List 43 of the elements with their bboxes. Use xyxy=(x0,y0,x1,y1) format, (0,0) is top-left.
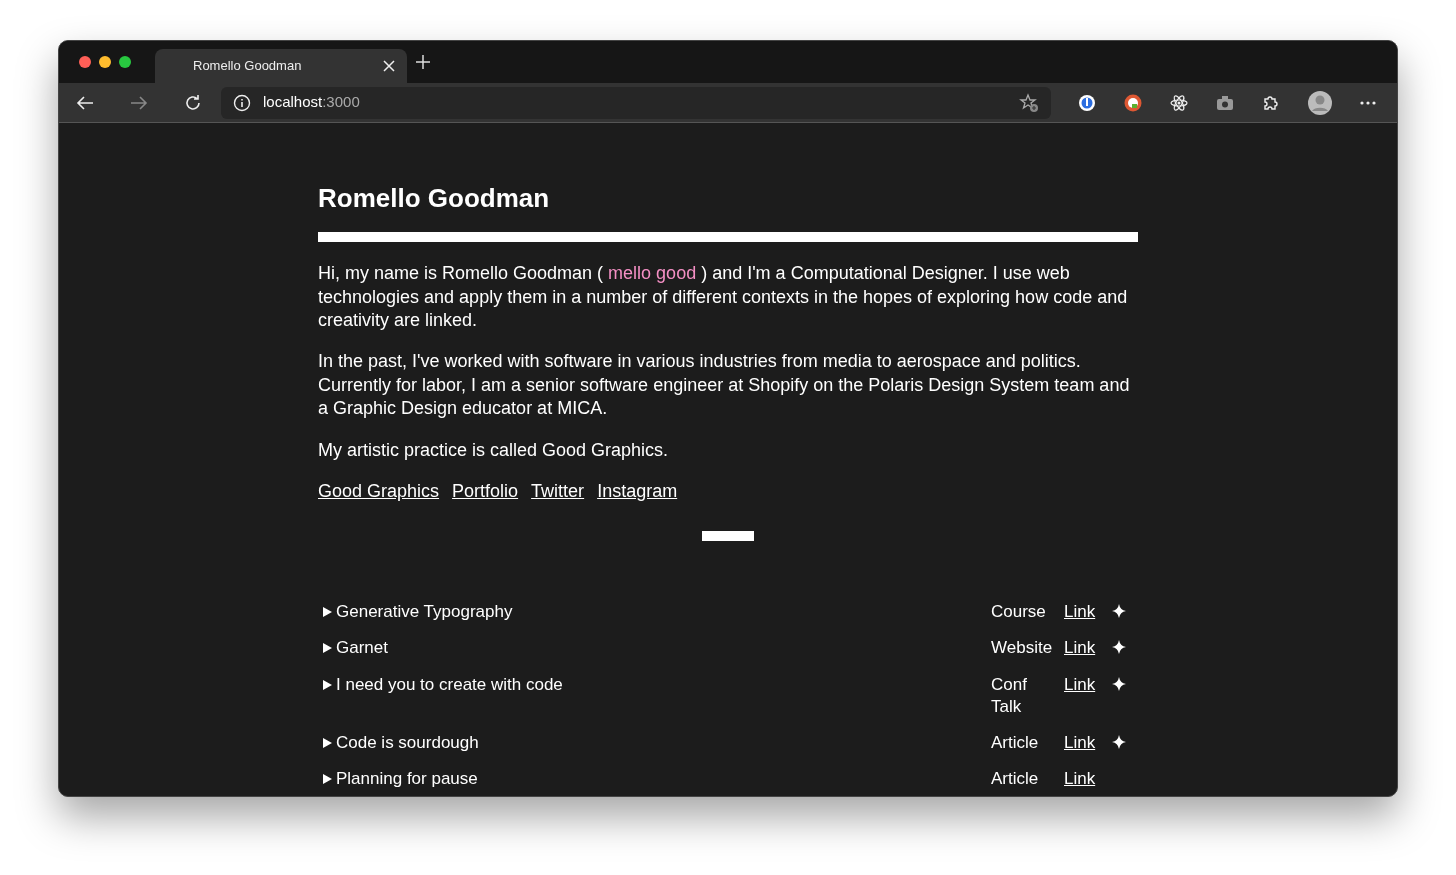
disclosure-triangle-icon[interactable] xyxy=(322,643,332,654)
project-toggle[interactable]: Generative Typography xyxy=(322,601,991,624)
maximize-window-button[interactable] xyxy=(119,56,131,68)
project-link[interactable]: Link xyxy=(1064,731,1112,754)
project-link[interactable]: Link xyxy=(1064,637,1112,660)
paragraph: In the past, I've worked with software in various industries from media to aerospace and politics. Currently for labor, I am a senior software engineer at Shopify on the Polaris Design System team and a Graphic Design educator at MICA. xyxy=(318,350,1131,421)
project-link[interactable]: Link xyxy=(1064,673,1112,696)
social-link[interactable]: Good Graphics xyxy=(318,480,440,501)
project-type: Website xyxy=(991,637,1054,660)
social-link[interactable]: Twitter xyxy=(531,480,585,501)
project-toggle[interactable]: Garnet xyxy=(322,637,991,660)
close-window-button[interactable] xyxy=(79,56,91,68)
project-toggle[interactable]: Planning for pause xyxy=(322,767,991,790)
atom-icon[interactable] xyxy=(1169,92,1189,113)
info-icon[interactable] xyxy=(233,93,251,112)
minimize-window-button[interactable] xyxy=(99,56,111,68)
close-icon[interactable] xyxy=(383,60,395,72)
browser-tab[interactable]: Romello Goodman xyxy=(155,49,407,83)
project-link[interactable]: Link xyxy=(1064,601,1112,624)
new-tab-icon[interactable] xyxy=(415,54,431,70)
more-icon[interactable] xyxy=(1359,99,1377,106)
address-bar[interactable]: localhost:3000 xyxy=(221,86,1051,119)
page-title: Romello Goodman xyxy=(318,183,551,215)
reload-icon[interactable] xyxy=(183,92,203,113)
profile-avatar[interactable] xyxy=(1307,89,1333,116)
duck-extension-icon[interactable] xyxy=(1123,92,1143,113)
project-type: Course xyxy=(991,601,1047,624)
disclosure-triangle-icon[interactable] xyxy=(322,737,332,748)
add-favorite-icon[interactable] xyxy=(1019,92,1039,113)
project-toggle[interactable]: Code is sourdough xyxy=(322,731,991,754)
disclosure-triangle-icon[interactable] xyxy=(322,773,332,784)
project-type: Conf Talk xyxy=(991,673,1028,718)
project-link[interactable]: Link xyxy=(1064,767,1112,790)
paragraph: Hi, my name is Romello Goodman ( mello good ) and I'm a Computational Designer. I use web technologies and apply them in a number of different contexts in the hopes of exploring how code and creativity are linked. xyxy=(318,262,1129,332)
extension-icon[interactable] xyxy=(1077,92,1097,113)
social-link[interactable]: Instagram xyxy=(597,480,678,501)
disclosure-triangle-icon[interactable] xyxy=(322,679,332,690)
project-type: Article xyxy=(991,731,1040,754)
project-toggle[interactable]: I need you to create with code xyxy=(322,673,991,696)
social-link[interactable]: Portfolio xyxy=(452,480,519,501)
paragraph: My artistic practice is called Good Graphics. xyxy=(318,438,670,462)
disclosure-triangle-icon[interactable] xyxy=(322,607,332,618)
project-type: Article xyxy=(991,767,1040,790)
